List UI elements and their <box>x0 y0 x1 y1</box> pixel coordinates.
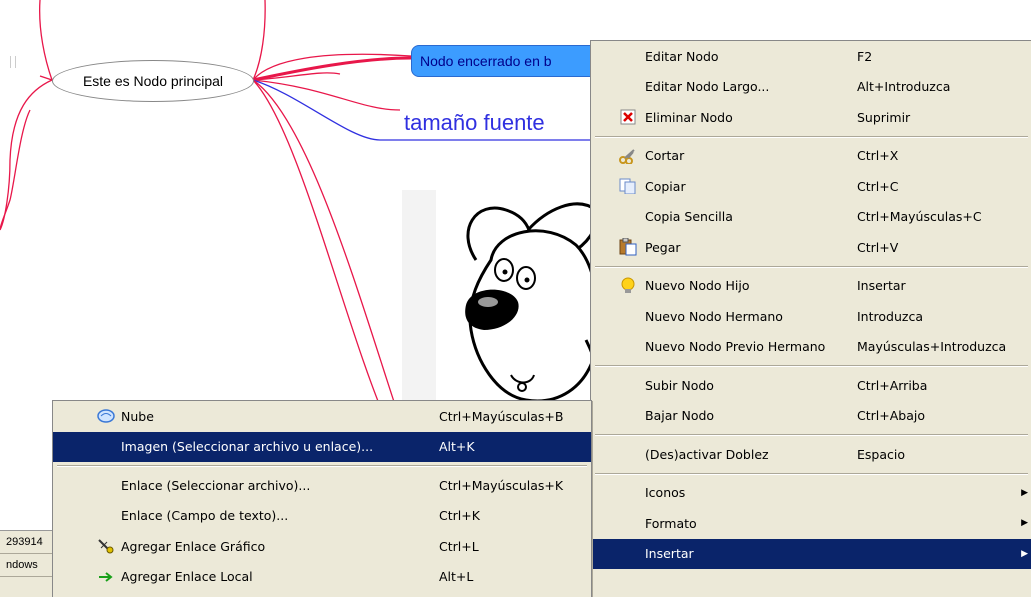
submenu-item-label: Agregar Enlace Local <box>121 569 253 585</box>
menu-separator <box>591 431 1031 439</box>
big-font-node[interactable]: tamaño fuente <box>404 110 545 136</box>
submenu-item-label: Enlace (Seleccionar archivo)... <box>121 477 311 493</box>
menu-item-shortcut: Introduzca <box>857 308 923 324</box>
menu-item-nuevo-nodo-hermano[interactable]: Nuevo Nodo Hermano Introduzca <box>591 301 1031 332</box>
menu-item-eliminar-nodo[interactable]: Eliminar Nodo Suprimir <box>591 102 1031 133</box>
submenu-item-shortcut: Ctrl+K <box>439 508 480 524</box>
copy-icon <box>619 177 637 195</box>
submenu-item-enlace-archivo[interactable]: Enlace (Seleccionar archivo)... Ctrl+May… <box>53 470 591 501</box>
menu-item-insertar[interactable]: Insertar ▶ <box>591 538 1031 569</box>
delete-icon <box>619 108 637 126</box>
menu-item-activar-doblez[interactable]: (Des)activar Doblez Espacio <box>591 439 1031 470</box>
menu-item-bajar-nodo[interactable]: Bajar Nodo Ctrl+Abajo <box>591 401 1031 432</box>
submenu-item-label: Nube <box>121 408 154 424</box>
menu-separator <box>591 470 1031 478</box>
main-node[interactable]: Este es Nodo principal <box>52 60 254 102</box>
insert-submenu: Nube Ctrl+Mayúsculas+B Imagen (Seleccion… <box>52 400 592 597</box>
menu-item-label: Editar Nodo Largo... <box>645 79 770 95</box>
paste-icon <box>619 238 637 256</box>
menu-item-label: Insertar <box>645 546 694 562</box>
dog-drawing <box>465 202 600 403</box>
menu-separator <box>591 362 1031 370</box>
arrow-right-icon <box>97 568 115 586</box>
scissors-icon <box>619 147 637 165</box>
status-bar: 293914 ndows <box>0 530 60 597</box>
submenu-item-imagen[interactable]: Imagen (Seleccionar archivo u enlace)...… <box>53 431 591 462</box>
submenu-arrow-icon: ▶ <box>1021 518 1028 529</box>
submenu-item-enlace-grafico[interactable]: Agregar Enlace Gráfico Ctrl+L <box>53 531 591 562</box>
submenu-item-shortcut: Alt+L <box>439 569 474 585</box>
menu-item-label: Eliminar Nodo <box>645 109 733 125</box>
menu-item-shortcut: Insertar <box>857 278 906 294</box>
menu-item-shortcut: F2 <box>857 48 873 64</box>
menu-separator <box>53 462 591 470</box>
menu-item-nuevo-nodo-hijo[interactable]: Nuevo Nodo Hijo Insertar <box>591 271 1031 302</box>
menu-item-shortcut: Ctrl+Arriba <box>857 377 928 393</box>
submenu-item-shortcut: Ctrl+Mayúsculas+K <box>439 477 564 493</box>
submenu-item-enlace-local[interactable]: Agregar Enlace Local Alt+L <box>53 562 591 593</box>
lightbulb-icon <box>619 277 637 295</box>
menu-item-label: Copia Sencilla <box>645 209 733 225</box>
menu-item-shortcut: Ctrl+Abajo <box>857 408 925 424</box>
menu-item-shortcut: Ctrl+V <box>857 239 899 255</box>
graphic-link-icon <box>97 537 115 555</box>
menu-item-label: Nuevo Nodo Hijo <box>645 278 750 294</box>
submenu-arrow-icon: ▶ <box>1021 548 1028 559</box>
big-font-node-label: tamaño fuente <box>404 110 545 135</box>
menu-item-shortcut: Ctrl+Mayúsculas+C <box>857 209 982 225</box>
menu-item-shortcut: Ctrl+X <box>857 148 899 164</box>
menu-item-pegar[interactable]: Pegar Ctrl+V <box>591 232 1031 263</box>
menu-item-shortcut: Ctrl+C <box>857 178 899 194</box>
menu-item-label: Editar Nodo <box>645 48 719 64</box>
main-node-label: Este es Nodo principal <box>82 73 224 89</box>
menu-separator <box>591 263 1031 271</box>
status-line-1: 293914 <box>0 531 60 554</box>
menu-item-label: Copiar <box>645 178 686 194</box>
menu-item-copia-sencilla[interactable]: Copia Sencilla Ctrl+Mayúsculas+C <box>591 202 1031 233</box>
menu-item-label: Nuevo Nodo Hermano <box>645 308 783 324</box>
menu-item-shortcut: Suprimir <box>857 109 911 125</box>
menu-item-shortcut: Mayúsculas+Introduzca <box>857 339 1007 355</box>
submenu-item-nube[interactable]: Nube Ctrl+Mayúsculas+B <box>53 401 591 432</box>
submenu-item-shortcut: Ctrl+Mayúsculas+B <box>439 408 564 424</box>
submenu-item-shortcut: Alt+K <box>439 439 475 455</box>
cloud-node[interactable]: Nodo encerrado en b <box>411 45 611 77</box>
image-node[interactable] <box>402 190 602 420</box>
submenu-item-label: Agregar Enlace Gráfico <box>121 538 266 554</box>
menu-item-label: Subir Nodo <box>645 377 714 393</box>
menu-separator <box>591 133 1031 141</box>
menu-item-label: Bajar Nodo <box>645 408 715 424</box>
status-line-2: ndows <box>0 554 60 577</box>
node-context-menu: Editar Nodo F2 Editar Nodo Largo... Alt+… <box>590 40 1031 597</box>
submenu-item-label: Enlace (Campo de texto)... <box>121 508 289 524</box>
menu-item-label: Formato <box>645 515 697 531</box>
menu-item-cortar[interactable]: Cortar Ctrl+X <box>591 141 1031 172</box>
menu-item-shortcut: Alt+Introduzca <box>857 79 951 95</box>
menu-item-label: Pegar <box>645 239 681 255</box>
menu-item-copiar[interactable]: Copiar Ctrl+C <box>591 171 1031 202</box>
submenu-item-label: Imagen (Seleccionar archivo u enlace)... <box>121 439 374 455</box>
menu-item-editar-nodo-largo[interactable]: Editar Nodo Largo... Alt+Introduzca <box>591 72 1031 103</box>
menu-item-label: (Des)activar Doblez <box>645 446 769 462</box>
menu-item-shortcut: Espacio <box>857 446 905 462</box>
menu-item-iconos[interactable]: Iconos ▶ <box>591 478 1031 509</box>
dog-image <box>436 190 602 420</box>
menu-item-formato[interactable]: Formato ▶ <box>591 508 1031 539</box>
fold-handle[interactable] <box>10 56 16 68</box>
menu-item-label: Iconos <box>645 485 686 501</box>
menu-item-label: Nuevo Nodo Previo Hermano <box>645 339 826 355</box>
menu-item-label: Cortar <box>645 148 685 164</box>
submenu-item-enlace-texto[interactable]: Enlace (Campo de texto)... Ctrl+K <box>53 501 591 532</box>
menu-item-editar-nodo[interactable]: Editar Nodo F2 <box>591 41 1031 72</box>
menu-item-subir-nodo[interactable]: Subir Nodo Ctrl+Arriba <box>591 370 1031 401</box>
menu-item-nuevo-nodo-previo-hermano[interactable]: Nuevo Nodo Previo Hermano Mayúsculas+Int… <box>591 332 1031 363</box>
submenu-arrow-icon: ▶ <box>1021 487 1028 498</box>
cloud-node-label: Nodo encerrado en b <box>420 53 552 69</box>
cloud-icon <box>97 407 115 425</box>
submenu-item-shortcut: Ctrl+L <box>439 538 479 554</box>
